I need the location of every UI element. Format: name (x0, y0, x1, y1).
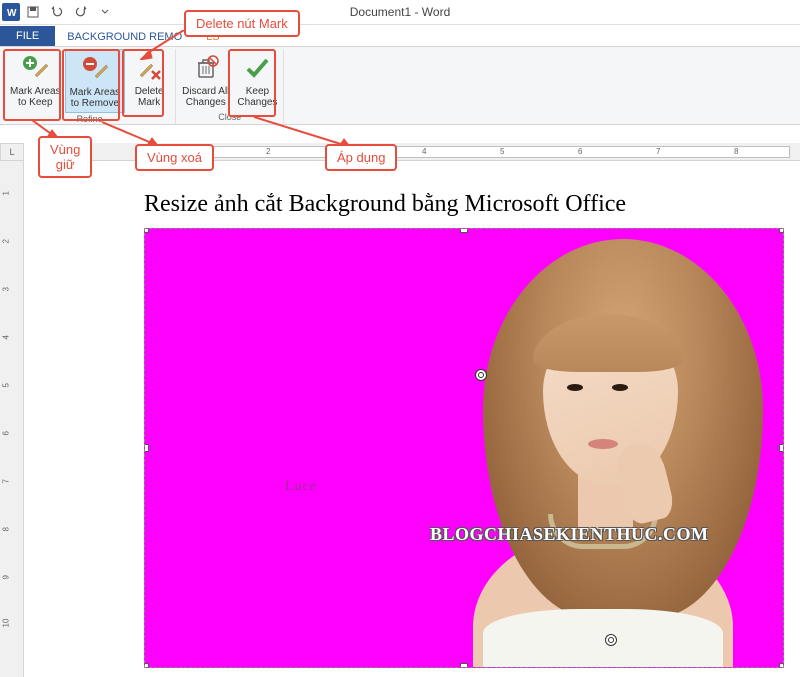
crop-handle-icon[interactable] (475, 369, 487, 381)
mark-keep-label: Mark Areas to Keep (10, 86, 61, 108)
image-watermark-luce: Luce (285, 479, 317, 495)
svg-text:W: W (7, 8, 17, 18)
discard-icon (190, 52, 222, 84)
word-app-icon[interactable]: W (2, 3, 20, 21)
resize-handle[interactable] (779, 228, 784, 233)
qat-dropdown-icon[interactable] (94, 2, 116, 22)
close-group-label: Close (218, 111, 241, 124)
resize-handle[interactable] (779, 444, 784, 452)
resize-handle[interactable] (460, 228, 468, 233)
image-watermark-blog: BLOGCHIASEKIENTHUC.COM (430, 524, 709, 545)
mark-remove-label: Mark Areas to Remove (70, 87, 121, 109)
callout-ap-dung: Áp dụng (325, 144, 397, 171)
crop-handle-icon[interactable] (605, 634, 617, 646)
delete-mark-button[interactable]: Delete Mark (125, 49, 173, 111)
checkmark-icon (241, 52, 273, 84)
titlebar: W Document1 - Word (0, 0, 800, 25)
ribbon-group-close: Discard All Changes Keep Changes Close (176, 49, 284, 124)
redo-icon[interactable] (70, 2, 92, 22)
document-title: Document1 - Word (350, 5, 450, 19)
ruler-corner[interactable]: L (0, 143, 24, 161)
ruler-vertical[interactable]: 12345678910 (0, 161, 24, 677)
delete-mark-label: Delete Mark (135, 86, 164, 108)
resize-handle[interactable] (779, 663, 784, 668)
ribbon-tabs: FILE BACKGROUND REMO LS (0, 25, 800, 47)
callout-vung-xoa: Vùng xoá (135, 144, 214, 171)
save-icon[interactable] (22, 2, 44, 22)
mark-areas-keep-button[interactable]: Mark Areas to Keep (6, 49, 65, 111)
refine-group-label: Refine (77, 113, 103, 126)
keep-changes-button[interactable]: Keep Changes (233, 49, 281, 111)
quick-access-toolbar: W (0, 2, 118, 22)
pencil-x-icon (133, 52, 165, 84)
tab-file[interactable]: FILE (0, 26, 55, 46)
minus-pencil-icon (79, 53, 111, 85)
page-title: Resize ảnh cắt Background bằng Microsoft… (144, 191, 800, 218)
resize-handle[interactable] (144, 444, 149, 452)
ribbon-group-refine: Mark Areas to Keep Mark Areas to Remove … (4, 49, 176, 124)
discard-changes-button[interactable]: Discard All Changes (178, 49, 233, 111)
image-foreground-person (443, 229, 783, 667)
document-area[interactable]: Resize ảnh cắt Background bằng Microsoft… (24, 161, 800, 677)
mark-areas-remove-button[interactable]: Mark Areas to Remove (65, 49, 126, 113)
resize-handle[interactable] (144, 663, 149, 668)
callout-vung-giu: Vùng giữ (38, 136, 92, 178)
plus-pencil-icon (19, 52, 51, 84)
undo-icon[interactable] (46, 2, 68, 22)
keep-label: Keep Changes (237, 86, 277, 108)
callout-delete-mark: Delete nút Mark (184, 10, 300, 37)
resize-handle[interactable] (460, 663, 468, 668)
resize-handle[interactable] (144, 228, 149, 233)
tab-background-removal[interactable]: BACKGROUND REMO (55, 28, 194, 46)
selected-image[interactable]: Luce BLOGCHIASEKIENTHUC.COM (144, 228, 784, 668)
ribbon: Mark Areas to Keep Mark Areas to Remove … (0, 47, 800, 125)
discard-label: Discard All Changes (182, 86, 229, 108)
